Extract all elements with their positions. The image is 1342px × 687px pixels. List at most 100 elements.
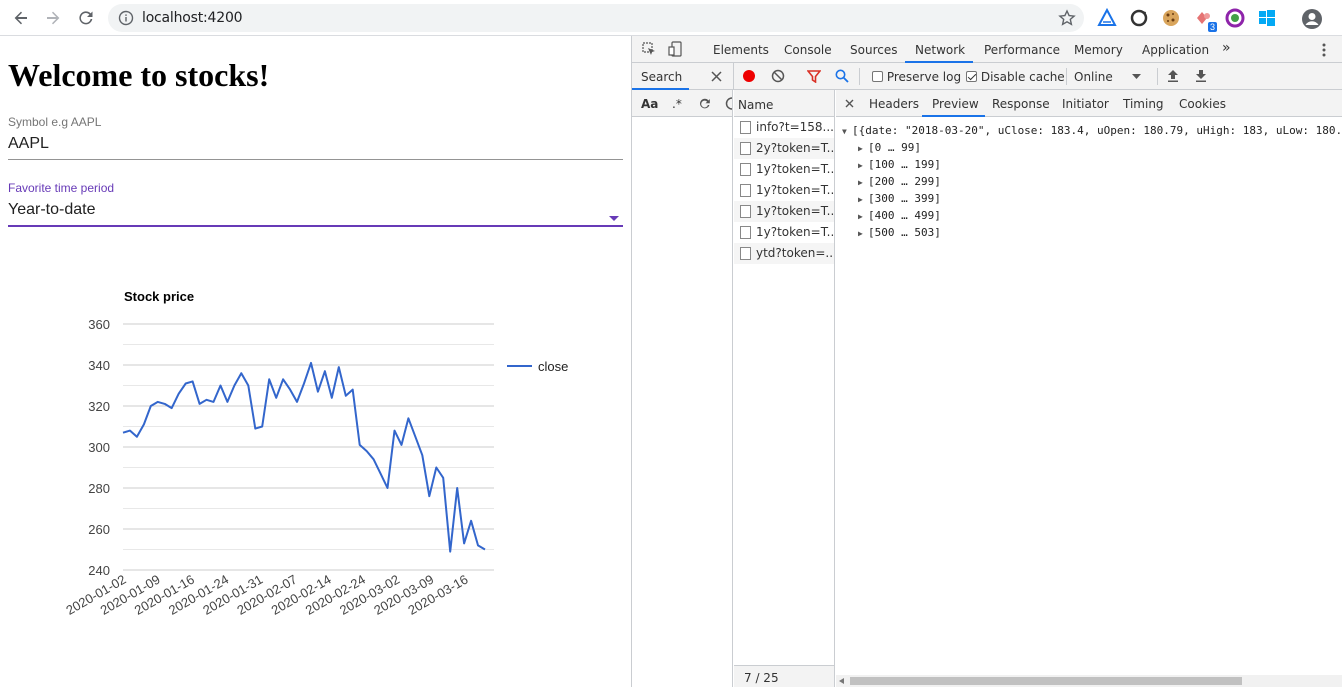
y-tick-label: 320 [88, 399, 110, 414]
url-text: localhost:4200 [142, 10, 243, 26]
more-tabs-button[interactable]: » [1222, 40, 1231, 56]
tab-preview[interactable]: Preview [932, 97, 979, 111]
tree-root[interactable]: ▼ [{date: "2018-03-20", uClose: 183.4, uO… [842, 123, 1342, 140]
symbol-underline [8, 159, 623, 160]
period-value[interactable]: Year-to-date [8, 201, 623, 219]
refresh-icon[interactable] [698, 97, 711, 110]
filter-icon[interactable] [807, 70, 821, 83]
tree-node[interactable]: ▶ [0 … 99] [842, 140, 1342, 157]
search-icon[interactable] [835, 69, 849, 83]
request-row[interactable]: info?t=158... [734, 117, 834, 138]
divider [1066, 68, 1067, 85]
tree-node[interactable]: ▶ [100 … 199] [842, 157, 1342, 174]
scrollbar-thumb[interactable] [850, 677, 1242, 685]
request-row[interactable]: 1y?token=T... [734, 159, 834, 180]
search-tab-label[interactable]: Search [641, 70, 682, 84]
collapsed-triangle-icon[interactable]: ▶ [858, 192, 868, 208]
symbol-field[interactable]: Symbol e.g AAPL AAPL [8, 115, 623, 160]
extension-angular-icon[interactable]: 3 [1193, 8, 1217, 32]
request-row[interactable]: 1y?token=T... [734, 222, 834, 243]
name-column-header[interactable]: Name [734, 90, 834, 117]
y-tick-label: 300 [88, 440, 110, 455]
record-icon[interactable] [742, 69, 756, 83]
tree-node-text: [0 … 99] [868, 141, 921, 154]
forward-button[interactable] [41, 6, 65, 30]
tab-sources[interactable]: Sources [850, 43, 897, 57]
extension-refresh-icon[interactable] [1129, 8, 1149, 28]
tab-headers[interactable]: Headers [869, 97, 919, 111]
tab-memory[interactable]: Memory [1074, 43, 1123, 57]
tab-timing[interactable]: Timing [1123, 97, 1164, 111]
tree-node[interactable]: ▶ [200 … 299] [842, 174, 1342, 191]
request-row[interactable]: 1y?token=T... [734, 180, 834, 201]
legend-label-close: close [538, 359, 568, 374]
collapsed-triangle-icon[interactable]: ▶ [858, 141, 868, 157]
request-name: 1y?token=T... [756, 204, 834, 218]
dropdown-arrow-icon[interactable] [609, 216, 619, 221]
export-har-icon[interactable] [1195, 69, 1207, 83]
disable-cache-checkbox[interactable]: Disable cache [966, 70, 1065, 84]
throttle-select[interactable]: Online [1074, 70, 1113, 84]
reload-button[interactable] [74, 6, 98, 30]
active-detail-tab-indicator [922, 115, 985, 117]
tab-application[interactable]: Application [1142, 43, 1209, 57]
search-results [632, 117, 732, 687]
request-row[interactable]: 2y?token=T... [734, 138, 834, 159]
chevron-down-icon[interactable] [1132, 74, 1141, 79]
kebab-menu-icon[interactable] [1322, 42, 1326, 58]
close-icon[interactable] [711, 71, 722, 82]
back-button[interactable] [9, 6, 33, 30]
app-page: Welcome to stocks! Symbol e.g AAPL AAPL … [0, 36, 631, 687]
tree-node[interactable]: ▶ [500 … 503] [842, 225, 1342, 242]
y-tick-label: 260 [88, 522, 110, 537]
extension-badge: 3 [1207, 22, 1217, 32]
bookmark-star-icon[interactable] [1058, 9, 1076, 27]
preserve-log-label: Preserve log [886, 70, 962, 84]
expanded-triangle-icon[interactable]: ▼ [842, 124, 852, 140]
symbol-input[interactable]: AAPL [8, 135, 623, 153]
y-tick-label: 240 [88, 563, 110, 578]
arrow-left-icon [14, 11, 27, 25]
tab-cookies[interactable]: Cookies [1179, 97, 1226, 111]
tab-network[interactable]: Network [915, 43, 965, 57]
tab-initiator[interactable]: Initiator [1062, 97, 1109, 111]
preview-pane: Headers Preview Response Initiator Timin… [836, 90, 1342, 687]
cancel-search-icon[interactable] [725, 97, 733, 110]
disable-cache-box[interactable] [966, 71, 977, 82]
tab-performance[interactable]: Performance [984, 43, 1060, 57]
request-row[interactable]: ytd?token=... [734, 243, 834, 264]
collapsed-triangle-icon[interactable]: ▶ [858, 158, 868, 174]
inspect-element-icon[interactable] [642, 42, 656, 56]
document-icon [740, 142, 751, 155]
collapsed-triangle-icon[interactable]: ▶ [858, 209, 868, 225]
collapsed-triangle-icon[interactable]: ▶ [858, 226, 868, 242]
horizontal-scrollbar[interactable] [836, 675, 1342, 687]
close-detail-icon[interactable] [845, 99, 854, 108]
tree-node[interactable]: ▶ [400 … 499] [842, 208, 1342, 225]
request-row[interactable]: 1y?token=T... [734, 201, 834, 222]
document-icon [740, 247, 751, 260]
extension-triangle-icon[interactable] [1097, 7, 1117, 28]
period-label: Favorite time period [8, 181, 115, 195]
match-case-button[interactable]: Aa [641, 97, 658, 111]
tab-console[interactable]: Console [784, 43, 832, 57]
extension-cookie-icon[interactable] [1161, 8, 1181, 28]
device-toolbar-icon[interactable] [668, 41, 682, 57]
extension-windows-icon[interactable] [1257, 8, 1277, 28]
extension-color-icon[interactable] [1225, 8, 1245, 28]
collapsed-triangle-icon[interactable]: ▶ [858, 175, 868, 191]
tab-elements[interactable]: Elements [713, 43, 769, 57]
tab-response[interactable]: Response [992, 97, 1050, 111]
preserve-log-box[interactable] [872, 71, 883, 82]
clear-icon[interactable] [771, 69, 785, 83]
profile-avatar-icon[interactable] [1301, 8, 1322, 29]
scroll-left-icon[interactable] [839, 678, 845, 684]
request-name: 1y?token=T... [756, 183, 834, 197]
import-har-icon[interactable] [1167, 69, 1179, 83]
period-select[interactable]: Favorite time period Year-to-date [8, 181, 623, 227]
address-bar[interactable]: localhost:4200 [108, 4, 1084, 32]
page-heading: Welcome to stocks! [8, 57, 270, 93]
preserve-log-checkbox[interactable]: Preserve log [872, 70, 961, 84]
tree-node[interactable]: ▶ [300 … 399] [842, 191, 1342, 208]
regex-button[interactable]: .* [672, 97, 682, 111]
